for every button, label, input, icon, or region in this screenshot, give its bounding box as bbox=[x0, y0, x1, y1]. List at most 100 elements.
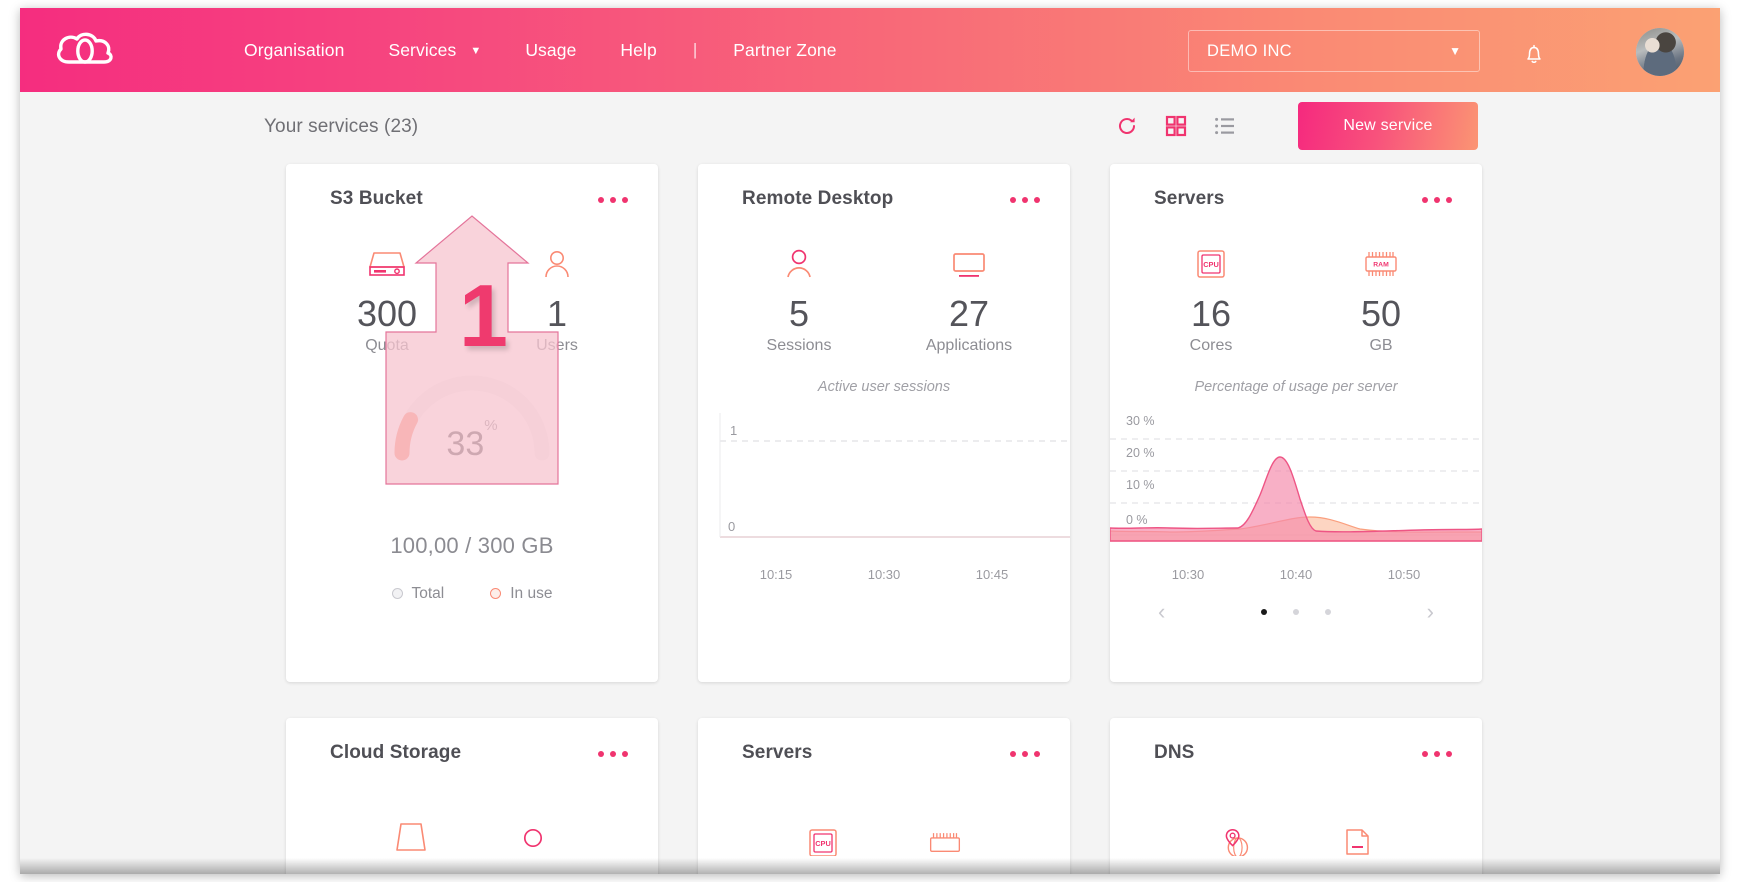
card-caption: Active user sessions bbox=[817, 378, 951, 395]
gauge-percent-value: 33 bbox=[446, 424, 485, 463]
legend-label: Total bbox=[411, 584, 445, 602]
nav-item-partner-zone[interactable]: Partner Zone bbox=[711, 40, 858, 61]
refresh-icon[interactable] bbox=[1115, 114, 1139, 138]
legend-dot-icon bbox=[490, 588, 502, 600]
nav-label: Usage bbox=[525, 39, 577, 60]
card-metrics: CPU 16 Cores RAM 50 GB bbox=[1110, 244, 1482, 355]
legend-item-total: Total bbox=[391, 584, 445, 603]
card-title: DNS bbox=[1154, 742, 1195, 763]
document-icon bbox=[1335, 814, 1379, 858]
screenshot-viewport: Organisation Services ▼ Usage Help | Par… bbox=[0, 0, 1740, 882]
x-tick-label: 10:45 bbox=[975, 566, 1009, 582]
bucket-icon bbox=[389, 814, 433, 858]
card-metrics: 5 Sessions 27 Applications bbox=[698, 244, 1070, 355]
service-card-servers[interactable]: Servers CPU 16 Cores RAM 50 GB Percentag… bbox=[1110, 164, 1482, 682]
y-tick-label: 0 bbox=[728, 519, 735, 534]
metric-label: Applications bbox=[925, 336, 1013, 354]
card-metrics: 300 Quota 1 Users bbox=[286, 244, 658, 355]
x-tick-label: 10:30 bbox=[1171, 566, 1205, 582]
chart-svg: 30 % 20 % 10 % 0 % bbox=[1110, 414, 1482, 542]
service-card-cloud-storage[interactable]: Cloud Storage bbox=[286, 718, 658, 874]
list-view-icon[interactable] bbox=[1213, 114, 1237, 138]
nav-item-help[interactable]: Help bbox=[598, 40, 678, 61]
y-tick-label: 30 % bbox=[1126, 414, 1155, 428]
cpu-chip-icon: CPU bbox=[801, 814, 845, 858]
carousel-next-button[interactable]: › bbox=[1427, 599, 1434, 625]
chevron-down-icon: ▼ bbox=[1449, 44, 1461, 58]
cpu-chip-icon: CPU bbox=[1165, 244, 1257, 284]
nav-label: Help bbox=[620, 39, 657, 60]
x-tick-label: 10:30 bbox=[867, 566, 901, 582]
metric-label: Users bbox=[536, 336, 578, 354]
nav-item-organisation[interactable]: Organisation bbox=[222, 40, 366, 61]
top-navigation-bar: Organisation Services ▼ Usage Help | Par… bbox=[20, 8, 1720, 92]
notification-bell-icon[interactable] bbox=[1520, 40, 1548, 68]
cpu-label: CPU bbox=[1203, 260, 1219, 269]
nav-item-usage[interactable]: Usage bbox=[503, 40, 598, 61]
globe-pin-icon bbox=[1213, 814, 1257, 858]
carousel-dot[interactable] bbox=[1293, 608, 1299, 615]
y-tick-label: 0 % bbox=[1126, 513, 1148, 527]
new-service-button[interactable]: New service bbox=[1298, 102, 1478, 150]
area-series-server-a bbox=[1110, 455, 1482, 542]
ram-label: RAM bbox=[1373, 262, 1389, 269]
x-tick-label: 10:15 bbox=[759, 566, 793, 582]
metric-value: 16 bbox=[1190, 293, 1232, 334]
gauge-percent-unit: % bbox=[484, 416, 498, 434]
overflow-menu-icon[interactable] bbox=[1010, 742, 1040, 757]
carousel-dot[interactable] bbox=[1261, 608, 1267, 615]
metric-value: 300 bbox=[356, 293, 418, 334]
service-card-dns[interactable]: DNS bbox=[1110, 718, 1482, 874]
chart-x-axis: 10:30 10:40 10:50 bbox=[1110, 567, 1482, 582]
main-nav: Organisation Services ▼ Usage Help | Par… bbox=[222, 40, 859, 61]
card-metrics: CPU bbox=[698, 814, 1070, 858]
overflow-menu-icon[interactable] bbox=[1422, 188, 1452, 203]
page-content: Your services (23) New service S3 Bucket… bbox=[20, 92, 1720, 874]
metric-value: 1 bbox=[546, 293, 568, 334]
service-card-s3-bucket[interactable]: S3 Bucket 300 Quota 1 Users 33% 100,00 /… bbox=[286, 164, 658, 682]
card-metrics bbox=[286, 814, 658, 858]
card-carousel: ‹ › bbox=[1110, 595, 1482, 629]
metric-value: 27 bbox=[948, 293, 990, 334]
x-tick-label: 10:40 bbox=[1279, 566, 1313, 582]
carousel-prev-button[interactable]: ‹ bbox=[1158, 599, 1165, 625]
legend-item-in-use: In use bbox=[490, 585, 552, 603]
card-header: DNS bbox=[1110, 718, 1482, 764]
metric-label: Sessions bbox=[766, 336, 832, 354]
service-card-remote-desktop[interactable]: Remote Desktop 5 Sessions 27 Application… bbox=[698, 164, 1070, 682]
user-icon bbox=[753, 244, 845, 284]
legend-dot-icon bbox=[391, 588, 403, 600]
page-title: Your services (23) bbox=[264, 116, 419, 137]
services-row: S3 Bucket 300 Quota 1 Users 33% 100,00 /… bbox=[20, 164, 1720, 682]
card-header: S3 Bucket bbox=[286, 164, 658, 210]
services-toolbar: Your services (23) New service bbox=[20, 92, 1720, 164]
nav-item-services[interactable]: Services ▼ bbox=[366, 40, 503, 61]
legend-label: In use bbox=[510, 584, 553, 602]
metric-value: 5 bbox=[788, 293, 810, 334]
overflow-menu-icon[interactable] bbox=[1422, 742, 1452, 757]
usage-gauge: 33% bbox=[286, 369, 658, 487]
gauge-percent: 33% bbox=[446, 417, 497, 464]
organisation-selector-value: DEMO INC bbox=[1207, 41, 1292, 60]
grid-view-icon[interactable] bbox=[1164, 114, 1188, 138]
overflow-menu-icon[interactable] bbox=[598, 742, 628, 757]
user-avatar[interactable] bbox=[1636, 28, 1684, 76]
gauge-legend: Total In use bbox=[286, 585, 658, 603]
service-card-servers-2[interactable]: Servers CPU bbox=[698, 718, 1070, 874]
y-tick-label: 10 % bbox=[1126, 478, 1155, 492]
card-title: Servers bbox=[1154, 188, 1225, 209]
cloud-logo-icon[interactable] bbox=[52, 27, 130, 73]
carousel-dot[interactable] bbox=[1325, 608, 1331, 615]
storage-drive-icon bbox=[341, 244, 433, 284]
card-title: Cloud Storage bbox=[330, 742, 462, 763]
avatar-photo bbox=[1636, 28, 1684, 76]
chart-x-axis: 10:15 10:30 10:45 bbox=[698, 567, 1070, 582]
x-tick-label: 10:50 bbox=[1387, 566, 1421, 582]
app-window: Organisation Services ▼ Usage Help | Par… bbox=[20, 8, 1720, 874]
organisation-selector[interactable]: DEMO INC ▼ bbox=[1188, 30, 1480, 72]
overflow-menu-icon[interactable] bbox=[598, 188, 628, 203]
user-icon bbox=[511, 244, 603, 284]
metric-sessions: 5 Sessions bbox=[753, 244, 845, 355]
metric-value: 50 bbox=[1360, 293, 1402, 334]
overflow-menu-icon[interactable] bbox=[1010, 188, 1040, 203]
